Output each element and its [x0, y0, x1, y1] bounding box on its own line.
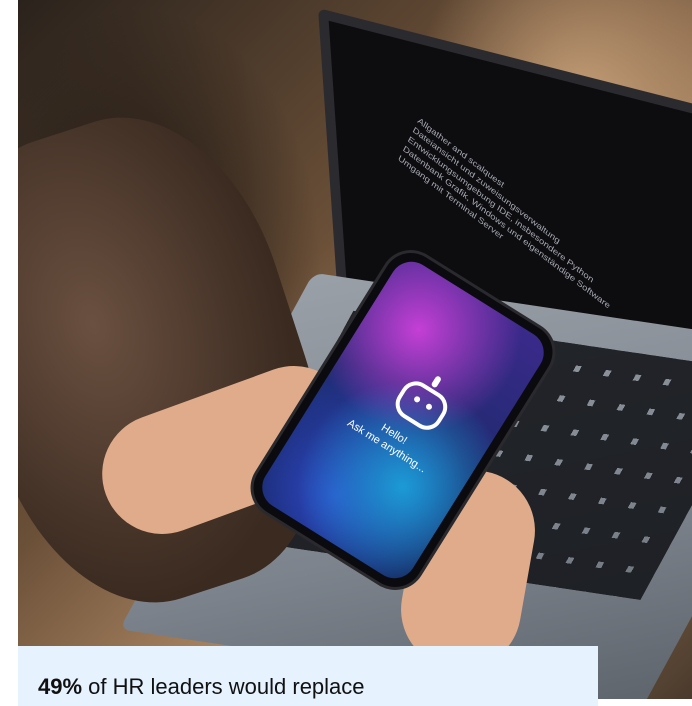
phone-greeting: Hello! Ask me anything...	[309, 382, 471, 498]
robot-icon	[389, 375, 454, 436]
hero-photo: Allgather and scalquest Dateiansicht und…	[18, 0, 692, 699]
robot-antenna-icon	[430, 375, 443, 389]
stat-value: 49%	[38, 674, 83, 699]
stat-caption: 49% of HR leaders would replace	[18, 646, 598, 706]
stat-text: of HR leaders would replace	[82, 674, 365, 699]
phone-greeting-line: Hello!	[378, 421, 410, 447]
